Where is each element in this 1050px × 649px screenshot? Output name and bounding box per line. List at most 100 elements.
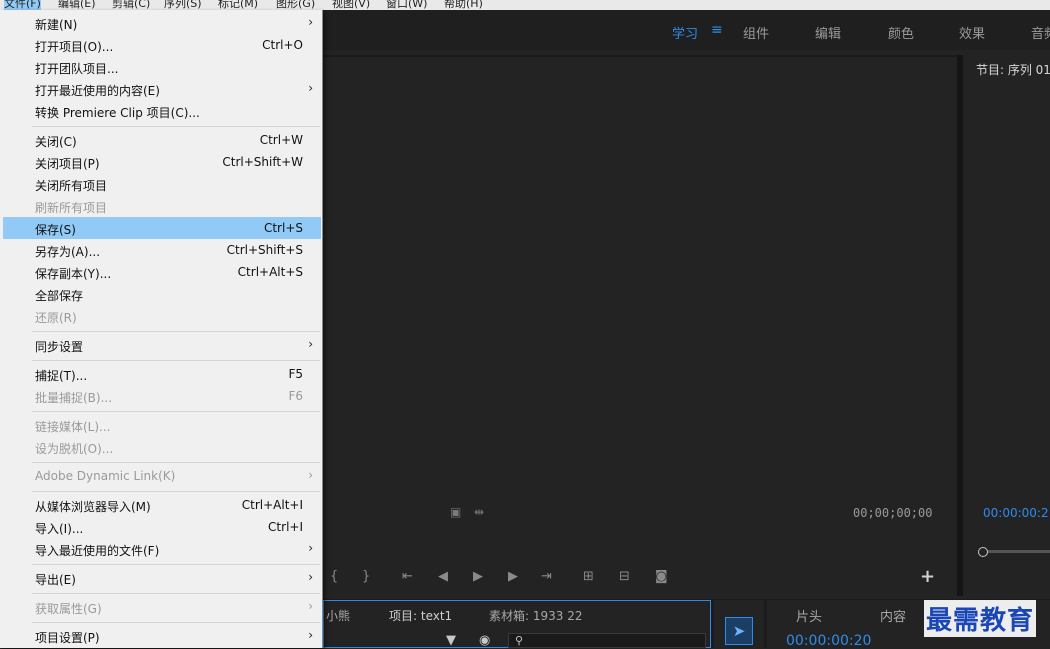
program-scrub-bar[interactable]: [979, 550, 1050, 553]
file-menu-item: 获取属性(G) ›: [3, 596, 321, 618]
timeline-tab-content[interactable]: 内容: [880, 606, 906, 625]
menu-item-shortcut: Ctrl+Alt+S: [237, 265, 303, 279]
menu-item-shortcut: Ctrl+Shift+W: [222, 155, 303, 169]
workspace-editing[interactable]: 编辑: [815, 23, 841, 42]
audio-waveform-icon[interactable]: ⇹: [474, 505, 484, 519]
timeline-tab-intro[interactable]: 片头: [796, 606, 822, 625]
menu-item-label: 导入(I)...: [35, 522, 84, 536]
program-monitor-title[interactable]: 节目: 序列 01: [976, 61, 1050, 78]
workspace-assembly[interactable]: 组件: [743, 23, 769, 42]
file-menu-item[interactable]: 同步设置 ›: [3, 334, 321, 356]
workspace-color[interactable]: 颜色: [888, 23, 914, 42]
menu-item-label: 保存副本(Y)...: [35, 267, 112, 281]
file-menu-item[interactable]: 全部保存: [3, 283, 321, 305]
go-to-in-icon[interactable]: ⇤: [402, 569, 413, 584]
step-forward-icon[interactable]: ▶: [508, 569, 518, 584]
filter-icon[interactable]: ▼: [446, 633, 456, 648]
file-menu-item[interactable]: 捕捉(T)... F5: [3, 363, 321, 385]
menu-separator: [32, 622, 320, 623]
menu-item-label: 打开最近使用的内容(E): [35, 84, 160, 98]
file-menu-item[interactable]: 保存副本(Y)... Ctrl+Alt+S: [3, 261, 321, 283]
file-menu-item[interactable]: 转换 Premiere Clip 项目(C)...: [3, 100, 321, 122]
file-menu-item[interactable]: 关闭项目(P) Ctrl+Shift+W: [3, 151, 321, 173]
file-menu-item[interactable]: 导出(E) ›: [3, 567, 321, 589]
hamburger-icon[interactable]: ≡: [711, 22, 723, 38]
chevron-right-icon: ›: [308, 337, 313, 351]
panel-divider: [323, 55, 957, 57]
file-menu-item[interactable]: 导入(I)... Ctrl+I: [3, 516, 321, 538]
menu-separator: [32, 491, 320, 492]
step-back-icon[interactable]: ◀: [438, 569, 448, 584]
overwrite-icon[interactable]: ⊟: [619, 569, 630, 584]
workspace-effects[interactable]: 效果: [959, 23, 985, 42]
tab-bin[interactable]: 素材箱: 1933 22: [489, 607, 582, 624]
menu-item-shortcut: Ctrl+Shift+S: [226, 243, 303, 257]
mark-out-icon[interactable]: }: [362, 569, 370, 584]
timeline-timecode[interactable]: 00:00:00:20: [786, 633, 871, 649]
safe-margins-icon[interactable]: ▣: [450, 505, 461, 519]
menu-sequence[interactable]: 序列(S): [164, 0, 202, 10]
menu-item-shortcut: Ctrl+S: [263, 221, 303, 235]
file-menu-item[interactable]: 关闭(C) Ctrl+W: [3, 129, 321, 151]
add-button-icon[interactable]: +: [920, 566, 935, 587]
file-menu-item: 设为脱机(O)...: [3, 436, 321, 458]
play-icon[interactable]: ▶: [473, 569, 483, 584]
chevron-right-icon: ›: [308, 570, 313, 584]
menu-file[interactable]: 文件(F): [4, 0, 41, 10]
file-menu-item: 批量捕捉(B)... F6: [3, 385, 321, 407]
menu-item-label: 还原(R): [35, 311, 77, 325]
menu-separator: [32, 126, 320, 127]
menu-help[interactable]: 帮助(H): [444, 0, 483, 10]
playhead-handle[interactable]: [978, 547, 988, 557]
menu-item-label: 导入最近使用的文件(F): [35, 544, 160, 558]
menu-item-shortcut: Ctrl+O: [262, 38, 303, 52]
workspace-audio[interactable]: 音频: [1031, 23, 1050, 42]
menu-item-label: 批量捕捉(B)...: [35, 391, 113, 405]
menu-view[interactable]: 视图(V): [332, 0, 370, 10]
file-menu-item[interactable]: 打开团队项目...: [3, 56, 321, 78]
menu-edit[interactable]: 编辑(E): [58, 0, 96, 10]
camera-icon[interactable]: ◙: [655, 569, 668, 584]
selection-tool-icon[interactable]: ➤: [725, 617, 753, 645]
file-menu-item[interactable]: 从媒体浏览器导入(M) Ctrl+Alt+I: [3, 494, 321, 516]
file-menu-item[interactable]: 另存为(A)... Ctrl+Shift+S: [3, 239, 321, 261]
file-menu: 新建(N) › 打开项目(O)... Ctrl+O 打开团队项目... 打开最近使用的内容…: [0, 10, 323, 648]
workspace-learn[interactable]: 学习: [672, 23, 698, 42]
file-menu-item[interactable]: 项目设置(P) ›: [3, 625, 321, 647]
mark-in-icon[interactable]: {: [330, 569, 338, 584]
menu-marker[interactable]: 标记(M): [218, 0, 258, 10]
file-menu-item[interactable]: 新建(N) ›: [3, 12, 321, 34]
menu-item-label: 新建(N): [35, 18, 78, 32]
watermark-logo: 最需教育: [924, 600, 1037, 637]
file-menu-item[interactable]: 导入最近使用的文件(F) ›: [3, 538, 321, 560]
file-menu-item[interactable]: 打开最近使用的内容(E) ›: [3, 78, 321, 100]
file-menu-item: 链接媒体(L)...: [3, 414, 321, 436]
file-menu-item[interactable]: 打开项目(O)... Ctrl+O: [3, 34, 321, 56]
menu-item-shortcut: Ctrl+W: [259, 133, 303, 147]
eye-icon[interactable]: ◉: [479, 633, 490, 648]
chevron-right-icon: ›: [308, 81, 313, 95]
tab-user[interactable]: 小熊: [326, 607, 350, 624]
menu-item-label: 导出(E): [35, 573, 76, 587]
menu-item-label: 关闭所有项目: [35, 179, 108, 193]
insert-icon[interactable]: ⊞: [583, 569, 594, 584]
program-timecode[interactable]: 00:00:00:2: [983, 506, 1049, 520]
menu-window[interactable]: 窗口(W): [386, 0, 427, 10]
menu-item-label: 转换 Premiere Clip 项目(C)...: [35, 106, 200, 120]
project-search-input[interactable]: ⚲: [508, 633, 706, 648]
menu-separator: [32, 593, 320, 594]
menu-item-label: 打开项目(O)...: [35, 40, 114, 54]
file-menu-item: 刷新所有项目: [3, 195, 321, 217]
chevron-right-icon: ›: [308, 599, 313, 613]
menu-item-shortcut: Ctrl+Alt+I: [241, 498, 303, 512]
go-to-out-icon[interactable]: ⇥: [541, 569, 552, 584]
menu-item-label: 刷新所有项目: [35, 201, 108, 215]
menu-separator: [32, 564, 320, 565]
menu-bar: 文件(F) 编辑(E) 剪辑(C) 序列(S) 标记(M) 图形(G) 视图(V…: [0, 0, 1050, 10]
file-menu-item[interactable]: 保存(S) Ctrl+S: [3, 217, 321, 239]
menu-item-label: 打开团队项目...: [35, 62, 119, 76]
menu-graphics[interactable]: 图形(G): [276, 0, 315, 10]
file-menu-item[interactable]: 关闭所有项目: [3, 173, 321, 195]
menu-clip[interactable]: 剪辑(C): [112, 0, 150, 10]
tab-project[interactable]: 项目: text1: [389, 607, 452, 624]
